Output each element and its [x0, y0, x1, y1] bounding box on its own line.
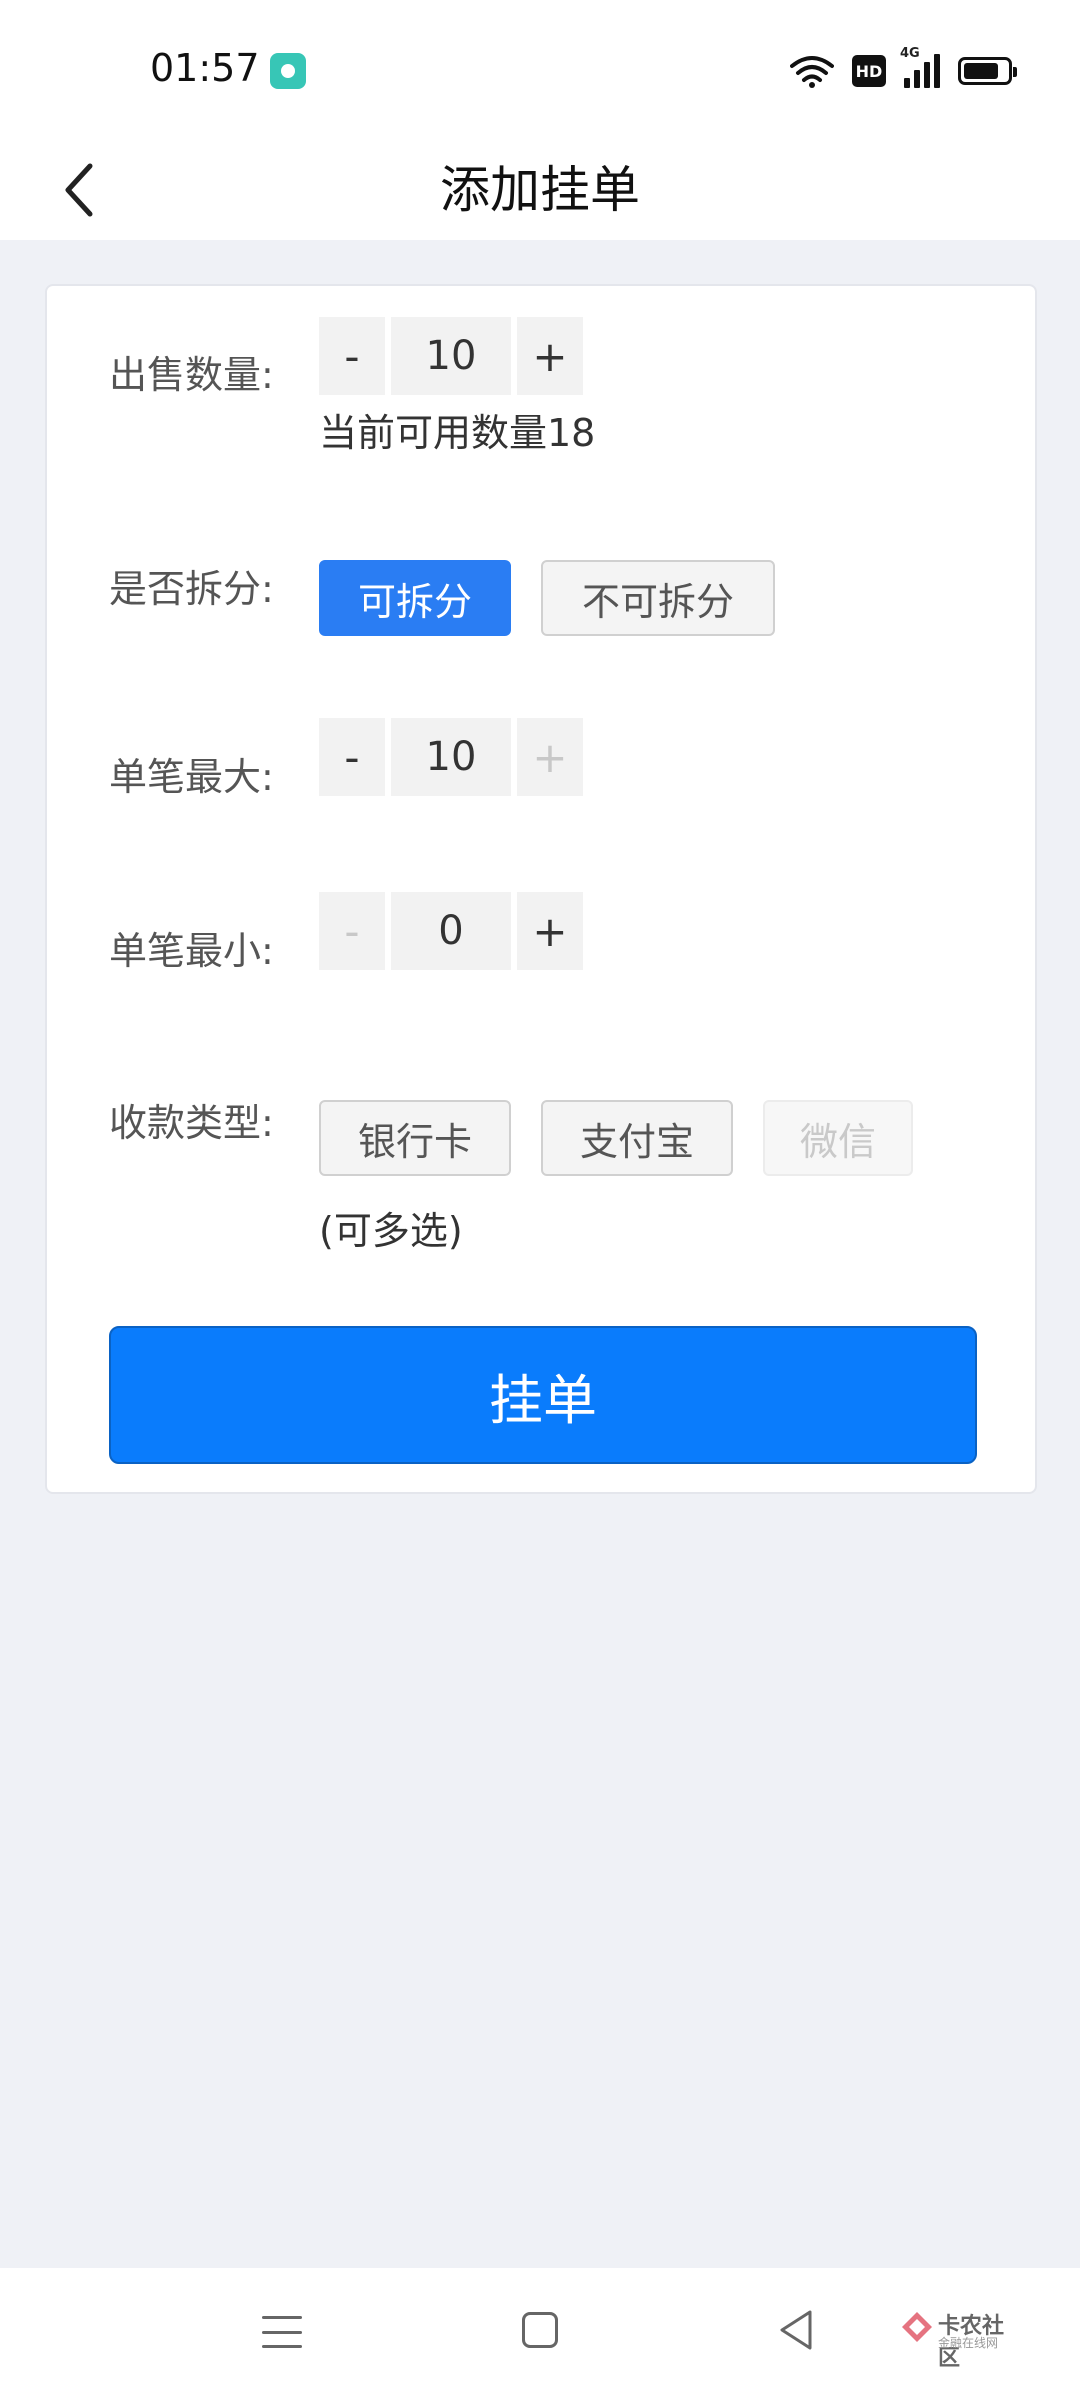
available-quantity-hint: 当前可用数量18 — [319, 411, 596, 455]
back-triangle-icon[interactable] — [776, 2308, 816, 2352]
sell-quantity-stepper: - 10 + — [319, 317, 583, 395]
min-per-order-plus-button[interactable]: + — [517, 892, 583, 970]
sell-quantity-plus-button[interactable]: + — [517, 317, 583, 395]
payment-type-label: 收款类型: — [109, 1101, 274, 1145]
payment-bank-card-option[interactable]: 银行卡 — [319, 1100, 511, 1176]
status-icons: HD 4G — [790, 46, 1017, 92]
submit-order-button[interactable]: 挂单 — [109, 1326, 977, 1464]
min-per-order-label: 单笔最小: — [109, 929, 274, 973]
order-form-card: 出售数量: - 10 + 当前可用数量18 是否拆分: 可拆分 不可拆分 单笔最… — [45, 284, 1037, 1494]
system-nav-bar: 卡农社区 金融在线网 — [0, 2268, 1080, 2400]
min-per-order-minus-button[interactable]: - — [319, 892, 385, 970]
payment-wechat-option[interactable]: 微信 — [763, 1100, 913, 1176]
app-header: 添加挂单 — [0, 140, 1080, 240]
hd-icon: HD — [852, 55, 886, 87]
menu-icon[interactable] — [262, 2312, 302, 2352]
status-time: 01:57 — [150, 46, 260, 90]
sell-quantity-label: 出售数量: — [109, 353, 274, 397]
max-per-order-plus-button[interactable]: + — [517, 718, 583, 796]
split-allowed-option[interactable]: 可拆分 — [319, 560, 511, 636]
watermark-icon — [902, 2312, 932, 2342]
multi-select-note: (可多选) — [319, 1209, 463, 1253]
network-type: 4G — [900, 46, 920, 61]
min-per-order-stepper: - 0 + — [319, 892, 583, 970]
max-per-order-minus-button[interactable]: - — [319, 718, 385, 796]
status-bar: 01:57 HD 4G — [0, 0, 1080, 140]
split-not-allowed-option[interactable]: 不可拆分 — [541, 560, 775, 636]
app-notification-icon — [270, 53, 306, 89]
watermark-logo: 卡农社区 金融在线网 — [900, 2308, 1020, 2371]
watermark-subtext: 金融在线网 — [938, 2336, 999, 2350]
battery-icon — [958, 57, 1017, 85]
payment-alipay-option[interactable]: 支付宝 — [541, 1100, 733, 1176]
max-per-order-value[interactable]: 10 — [391, 718, 511, 796]
sell-quantity-minus-button[interactable]: - — [319, 317, 385, 395]
max-per-order-label: 单笔最大: — [109, 755, 274, 799]
home-icon[interactable] — [522, 2312, 558, 2348]
sell-quantity-value[interactable]: 10 — [391, 317, 511, 395]
signal-icon: 4G — [900, 46, 940, 88]
wifi-icon — [790, 56, 834, 88]
split-label: 是否拆分: — [109, 567, 274, 611]
min-per-order-value[interactable]: 0 — [391, 892, 511, 970]
page-title: 添加挂单 — [440, 161, 640, 219]
max-per-order-stepper: - 10 + — [319, 718, 583, 796]
